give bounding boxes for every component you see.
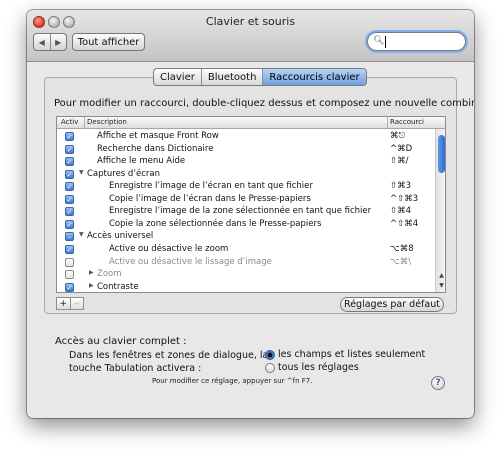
shortcut-keys[interactable]: ⇧⌘/ [390, 156, 409, 166]
table-row[interactable]: ✓ ▶ Contraste [57, 281, 435, 292]
table-row[interactable]: ✓ Active ou désactive le zoom ⌥⌘8 [57, 243, 435, 256]
shortcut-keys[interactable]: ⌘⎋ [390, 131, 405, 141]
radio-label: les champs et listes seulement [278, 349, 426, 360]
shortcut-description: Zoom [97, 269, 122, 280]
full-keyboard-access-title: Accès au clavier complet : [55, 336, 187, 347]
fka-label-line2: touche Tabulation activera : [69, 363, 202, 374]
table-row[interactable]: ✓ ▼ Captures d’écran [57, 168, 435, 181]
table-row[interactable]: ▶ Zoom [57, 268, 435, 281]
tab-raccourcis-clavier[interactable]: Raccourcis clavier [263, 69, 366, 85]
enable-checkbox[interactable]: – [65, 232, 74, 242]
text-cursor [385, 36, 386, 48]
scroll-down-arrow[interactable]: ▼ [437, 282, 445, 289]
enable-checkbox[interactable]: ✓ [65, 244, 74, 254]
header-separator [387, 117, 388, 129]
add-shortcut-button[interactable]: + [56, 297, 71, 310]
header-description[interactable]: Description [87, 118, 127, 126]
keyboard-access-note: Pour modifier ce réglage, appuyer sur ^f… [152, 377, 313, 385]
radio-selected-indicator[interactable] [265, 350, 275, 360]
show-all-button[interactable]: Tout afficher [72, 33, 145, 51]
preferences-window: Clavier et souris ◀ ▶ Tout afficher 🔍︎ C… [27, 10, 474, 418]
shortcut-keys[interactable]: ^⇧⌘4 [390, 219, 418, 229]
shortcut-keys[interactable]: ⇧⌘4 [390, 206, 411, 216]
tab-bluetooth[interactable]: Bluetooth [202, 69, 264, 85]
table-row[interactable]: ✓ Copie l’image de l’écran dans le Presse… [57, 193, 435, 206]
shortcut-description: Copie l’image de l’écran dans le Presse-… [109, 193, 311, 204]
back-forward-control: ◀ ▶ [33, 33, 67, 51]
title-bar: Clavier et souris ◀ ▶ Tout afficher 🔍︎ [27, 10, 474, 62]
shortcut-keys[interactable]: ^⌘D [390, 144, 412, 154]
list-header: Activ Description Raccourci [57, 117, 445, 129]
remove-shortcut-button[interactable]: – [70, 297, 84, 310]
table-row[interactable]: – ▼ Accès universel [57, 230, 435, 243]
shortcut-description: Accès universel [87, 231, 154, 242]
enable-checkbox[interactable] [65, 270, 74, 280]
enable-checkbox[interactable]: ✓ [65, 157, 74, 167]
shortcut-description: Affiche le menu Aide [97, 156, 186, 167]
table-row[interactable]: ✓ Affiche et masque Front Row ⌘⎋ [57, 130, 435, 143]
full-keyboard-access-label: Dans les fenêtres et zones de dialogue, … [69, 349, 268, 375]
table-row[interactable]: ✓ Affiche le menu Aide ⇧⌘/ [57, 155, 435, 168]
search-icon: 🔍︎ [373, 36, 385, 46]
shortcut-description: Contraste [97, 281, 139, 292]
header-active[interactable]: Activ [61, 118, 78, 126]
table-row[interactable]: ✓ Enregistre l’image de l’écran en tant q… [57, 180, 435, 193]
vertical-scrollbar[interactable]: ▲ ▼ [435, 129, 445, 292]
forward-button[interactable]: ▶ [51, 34, 67, 50]
instruction-text: Pour modifier un raccourci, double-cliqu… [54, 98, 474, 109]
scroll-thumb[interactable] [438, 135, 445, 173]
enable-checkbox[interactable]: ✓ [65, 207, 74, 217]
shortcut-description: Enregistre l’image de la zone sélectionn… [109, 206, 372, 217]
shortcut-keys[interactable]: ⌥⌘\ [390, 257, 411, 267]
radio-unselected-indicator[interactable] [265, 363, 275, 373]
disclosure-expanded-icon[interactable]: ▼ [79, 169, 84, 176]
table-row[interactable]: Active ou désactive le lissage d’image ⌥⌘… [57, 256, 435, 269]
table-row[interactable]: ✓ Enregistre l’image de la zone sélection… [57, 205, 435, 218]
disclosure-collapsed-icon[interactable]: ▶ [89, 269, 94, 276]
tab-clavier[interactable]: Clavier [154, 69, 202, 85]
shortcut-description: Captures d’écran [87, 168, 161, 179]
radio-label: tous les réglages [278, 362, 359, 373]
enable-checkbox[interactable] [65, 257, 74, 267]
table-row[interactable]: ✓ Recherche dans Dictionaire ^⌘D [57, 143, 435, 156]
add-remove-control: + – [56, 297, 84, 310]
shortcut-description: Active ou désactive le lissage d’image [109, 256, 272, 267]
shortcut-keys[interactable]: ⌥⌘8 [390, 244, 414, 254]
enable-checkbox[interactable]: ✓ [65, 282, 74, 292]
restore-defaults-button[interactable]: Réglages par défaut [340, 297, 444, 312]
shortcut-keys[interactable]: ⇧⌘3 [390, 181, 411, 191]
enable-checkbox[interactable]: ✓ [65, 132, 74, 141]
enable-checkbox[interactable]: ✓ [65, 219, 74, 229]
tab-bar: Clavier Bluetooth Raccourcis clavier [153, 68, 367, 86]
help-button[interactable]: ? [431, 376, 445, 390]
disclosure-collapsed-icon[interactable]: ▶ [89, 282, 94, 289]
shortcut-description: Recherche dans Dictionaire [97, 143, 214, 154]
shortcut-description: Enregistre l’image de l’écran en tant qu… [109, 181, 313, 192]
shortcut-description: Affiche et masque Front Row [97, 131, 219, 141]
shortcut-description: Active ou désactive le zoom [109, 243, 229, 254]
header-shortcut[interactable]: Raccourci [390, 118, 424, 126]
shortcut-keys[interactable]: ^⇧⌘3 [390, 194, 418, 204]
enable-checkbox[interactable]: ✓ [65, 194, 74, 204]
enable-checkbox[interactable]: ✓ [65, 182, 74, 192]
disclosure-expanded-icon[interactable]: ▼ [79, 231, 84, 238]
enable-checkbox[interactable]: ✓ [65, 169, 74, 179]
table-row[interactable]: ✓ Copie la zone sélectionnée dans le Pres… [57, 218, 435, 231]
shortcuts-list: Activ Description Raccourci ✓ Affiche et … [56, 116, 446, 293]
window-title: Clavier et souris [205, 15, 296, 28]
header-separator [84, 117, 85, 129]
scroll-up-arrow[interactable]: ▲ [437, 272, 445, 279]
enable-checkbox[interactable]: ✓ [65, 144, 74, 154]
search-field[interactable]: 🔍︎ [367, 32, 466, 51]
shortcut-description: Copie la zone sélectionnée dans le Press… [109, 218, 322, 229]
fka-label-line1: Dans les fenêtres et zones de dialogue, … [69, 350, 269, 361]
back-button[interactable]: ◀ [34, 34, 51, 50]
